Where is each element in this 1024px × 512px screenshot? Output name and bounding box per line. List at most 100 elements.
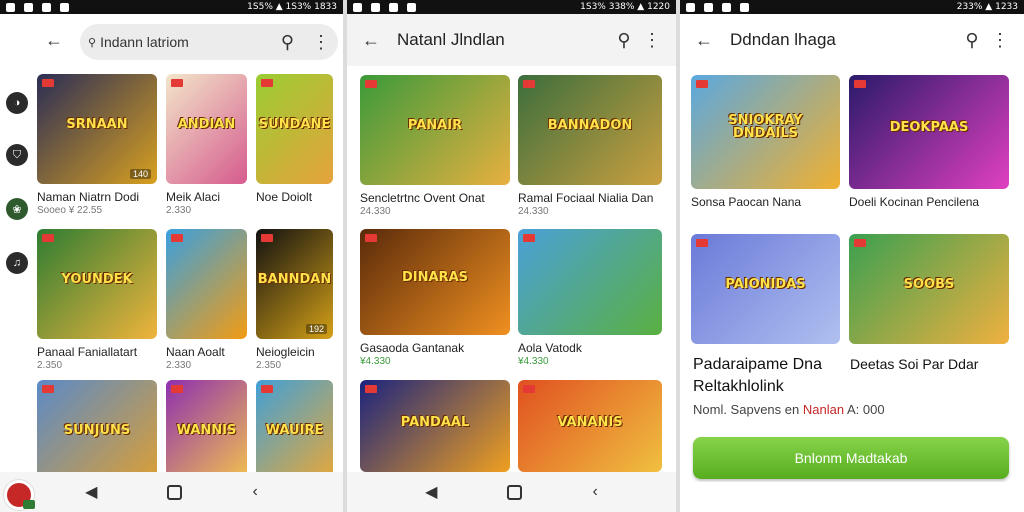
detail-meta: Noml. Sapvens en Nanlan A: 000 — [693, 402, 885, 417]
more-vert-icon[interactable]: ⋮ — [986, 26, 1014, 54]
badge-flag-icon — [261, 385, 273, 393]
app-artwork: DEOKPAAS — [849, 75, 1009, 189]
app-card[interactable]: VANANIS — [518, 380, 662, 472]
back-arrow-icon[interactable]: ← — [40, 26, 68, 54]
app-card[interactable]: BANNDAN 192 — [256, 229, 333, 339]
detail-title-line-2: Reltakhlolink — [693, 378, 784, 395]
artwork-title: DEOKPAAS — [889, 119, 969, 135]
app-card[interactable]: PANAIR — [360, 75, 510, 185]
more-vert-icon[interactable]: ⋮ — [638, 26, 666, 54]
artwork-title: BANNADON — [547, 118, 633, 134]
app-title[interactable]: Sencletrtnc Ovent Onat — [360, 191, 485, 205]
search-icon[interactable]: ⚲ — [610, 26, 638, 54]
app-artwork: SUNDANE — [256, 74, 333, 184]
app-card[interactable] — [166, 229, 247, 339]
app-title[interactable]: Panaal Faniallatart — [37, 345, 137, 359]
notification-icon — [6, 2, 15, 12]
app-title[interactable]: Naan Aoalt — [166, 345, 225, 359]
app-artwork: PAIONIDAS — [691, 234, 840, 344]
notification-icon — [389, 2, 398, 12]
system-nav-bar: ◀ ‹ — [347, 472, 676, 512]
rating-badge: 192 — [305, 324, 327, 334]
badge-flag-icon — [365, 80, 377, 88]
search-query: Indann latriom — [100, 34, 189, 50]
status-bar: 1S3% 338% ▲ 1220 — [347, 0, 676, 14]
top-app-bar: ← Ddndan lhaga ⚲ ⋮ — [680, 14, 1024, 66]
app-card[interactable]: YOUNDEK — [37, 229, 157, 339]
artwork-title: SRNAAN — [66, 117, 128, 133]
app-card[interactable]: DINARAS — [360, 229, 510, 335]
app-title[interactable]: Noe Doiolt — [256, 190, 312, 204]
app-card[interactable]: ANDIAN — [166, 74, 247, 184]
app-card[interactable] — [518, 229, 662, 335]
app-title[interactable]: Naman Niatrn Dodi — [37, 190, 139, 204]
app-title[interactable]: Sonsa Paocan Nana — [691, 195, 801, 209]
notification-icon — [704, 2, 713, 12]
app-artwork: VANANIS — [518, 380, 662, 472]
artwork-title: BANNDAN — [257, 272, 332, 288]
top-app-bar: ← Natanl Jlndlan ⚲ ⋮ — [347, 14, 676, 66]
artwork-title: DINARAS — [401, 270, 468, 286]
app-title[interactable]: Neiogleicin — [256, 345, 315, 359]
app-artwork: YOUNDEK — [37, 229, 157, 339]
app-title[interactable]: Doeli Kocinan Pencilena — [849, 195, 979, 209]
page-title: Ddndan lhaga — [730, 30, 836, 49]
notification-icon — [24, 2, 33, 12]
app-artwork: ANDIAN — [166, 74, 247, 184]
app-card[interactable]: SRNAAN 140 — [37, 74, 157, 184]
app-title[interactable]: Ramal Fociaal Nialia Dan — [518, 191, 653, 205]
app-subtitle: 24.330 — [360, 206, 391, 217]
status-text: 233% ▲ 1233 — [956, 2, 1018, 12]
badge-flag-icon — [261, 79, 273, 87]
badge-flag-icon — [696, 80, 708, 88]
badge-flag-icon — [171, 79, 183, 87]
search-icon[interactable]: ⚲ — [958, 26, 986, 54]
app-card[interactable]: PANDAAL — [360, 380, 510, 472]
notification-icon — [42, 2, 51, 12]
badge-flag-icon — [42, 385, 54, 393]
back-arrow-icon[interactable]: ← — [357, 26, 385, 54]
app-subtitle: 2.350 — [256, 360, 282, 371]
system-nav-bar: ◀ ‹ — [0, 472, 343, 512]
search-icon[interactable]: ⚲ — [281, 32, 294, 53]
app-card[interactable]: BANNADON — [518, 75, 662, 185]
app-title[interactable]: Aola Vatodk — [518, 341, 582, 355]
app-artwork: PANAIR — [360, 75, 510, 185]
badge-flag-icon — [42, 234, 54, 242]
app-card[interactable]: DEOKPAAS — [849, 75, 1009, 189]
badge-flag-icon — [42, 79, 54, 87]
nav-home-icon[interactable] — [167, 484, 183, 500]
app-subtitle: ¥4.330 — [518, 356, 549, 367]
app-subtitle: 24.330 — [518, 206, 549, 217]
rail-ball-icon[interactable]: ◑ — [6, 92, 28, 114]
nav-recents-icon[interactable]: ‹ — [592, 483, 597, 501]
artwork-title: WAUIRE — [265, 423, 324, 439]
badge-flag-icon — [523, 385, 535, 393]
app-card[interactable]: SNIOKRAY DNDAILS — [691, 75, 840, 189]
screen-3: 233% ▲ 1233 ← Ddndan lhaga ⚲ ⋮ SNIOKRAY … — [680, 0, 1024, 512]
app-card[interactable]: SUNDANE — [256, 74, 333, 184]
primary-action-button[interactable]: Bnlonm Madtakab — [693, 437, 1009, 479]
app-subtitle: 2.330 — [166, 205, 192, 216]
more-vert-icon[interactable]: ⋮ — [312, 32, 330, 53]
rail-shield-icon[interactable]: ⛉ — [6, 144, 28, 166]
back-arrow-icon[interactable]: ← — [690, 26, 718, 54]
app-artwork: SOOBS — [849, 234, 1009, 344]
search-bar[interactable]: ⚲ Indann latriom ⚲ ⋮ — [80, 24, 338, 60]
badge-flag-icon — [523, 234, 535, 242]
rail-leaf-icon[interactable]: ❀ — [6, 198, 28, 220]
app-subtitle: Sooeo ¥ 22.55 — [37, 205, 103, 216]
app-artwork: PANDAAL — [360, 380, 510, 472]
app-card[interactable]: SOOBS — [849, 234, 1009, 344]
rail-music-icon[interactable]: ♫ — [6, 252, 28, 274]
app-card[interactable]: PAIONIDAS — [691, 234, 840, 344]
nav-back-icon[interactable]: ◀ — [85, 482, 97, 502]
app-title[interactable]: Gasaoda Gantanak — [360, 341, 464, 355]
nav-home-icon[interactable] — [507, 484, 523, 500]
nav-recents-icon[interactable]: ‹ — [252, 483, 257, 501]
app-avatar-icon[interactable] — [4, 480, 35, 510]
app-title[interactable]: Meik Alaci — [166, 190, 220, 204]
artwork-title: SUNJUNS — [63, 423, 131, 439]
nav-back-icon[interactable]: ◀ — [425, 482, 437, 502]
badge-flag-icon — [854, 80, 866, 88]
